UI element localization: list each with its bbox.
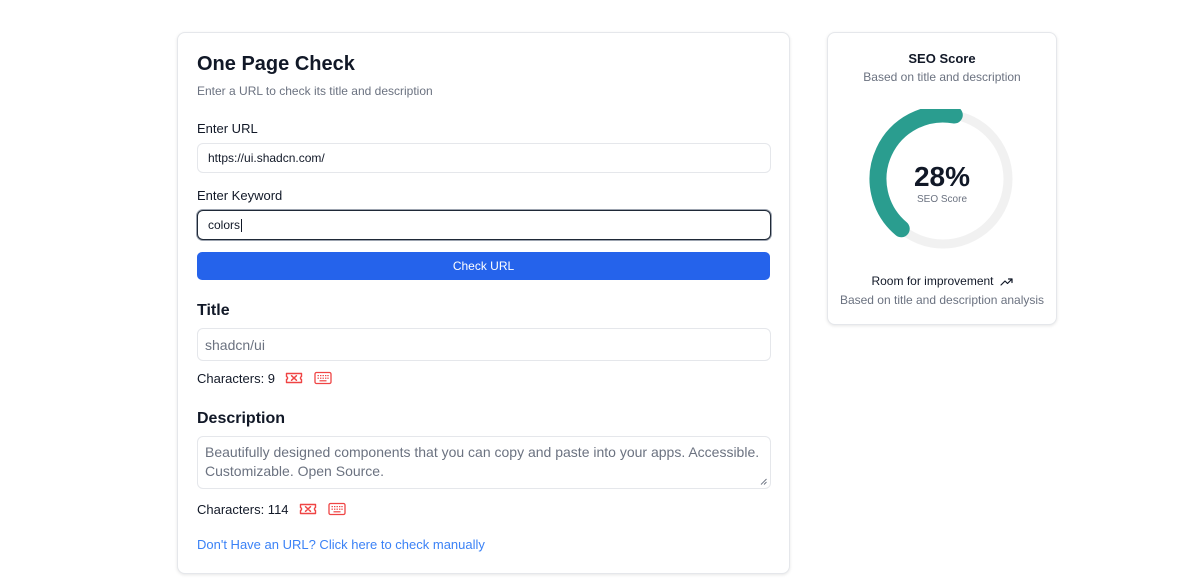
url-label: Enter URL (197, 121, 258, 136)
trending-up-icon (999, 277, 1013, 286)
check-url-button[interactable]: Check URL (197, 252, 770, 280)
seo-score-value: 28% (913, 161, 971, 192)
one-page-check-card: One Page Check Enter a URL to check its … (177, 32, 790, 574)
score-status: Room for improvement (871, 274, 994, 288)
ticket-x-icon[interactable] (298, 501, 318, 517)
description-textarea-value: Beautifully designed components that you… (205, 444, 760, 479)
seo-score-card: SEO Score Based on title and description… (827, 32, 1057, 325)
url-input-value: https://ui.shadcn.com/ (208, 151, 325, 165)
description-char-count: Characters: 114 (197, 501, 289, 517)
keyword-input-value: colors (208, 218, 241, 232)
text-caret (241, 218, 243, 232)
keyboard-icon[interactable] (327, 501, 347, 517)
seo-score-subheading: Based on title and description (863, 70, 1021, 84)
url-input[interactable]: https://ui.shadcn.com/ (197, 143, 771, 173)
title-field[interactable]: shadcn/ui (197, 328, 771, 361)
title-heading: Title (197, 302, 230, 319)
description-textarea[interactable]: Beautifully designed components that you… (197, 436, 771, 489)
title-char-row: Characters: 9 (197, 370, 333, 386)
page-subtitle: Enter a URL to check its title and descr… (197, 84, 433, 98)
ticket-x-icon[interactable] (284, 370, 304, 386)
title-field-value: shadcn/ui (205, 336, 265, 353)
description-heading: Description (197, 410, 286, 427)
keyword-label: Enter Keyword (197, 188, 283, 203)
description-char-row: Characters: 114 (197, 501, 347, 517)
page-title: One Page Check (197, 53, 355, 75)
score-status-row: Room for improvement (828, 274, 1056, 288)
resize-handle-icon[interactable] (760, 478, 767, 485)
title-char-count: Characters: 9 (197, 370, 276, 386)
gauge-label: SEO Score (916, 194, 968, 205)
keyboard-icon[interactable] (313, 370, 333, 386)
manual-check-link[interactable]: Don't Have an URL? Click here to check m… (197, 537, 485, 552)
keyword-input[interactable]: colors (197, 210, 771, 240)
seo-score-heading: SEO Score (908, 51, 976, 66)
score-status-sub: Based on title and description analysis (839, 293, 1045, 307)
